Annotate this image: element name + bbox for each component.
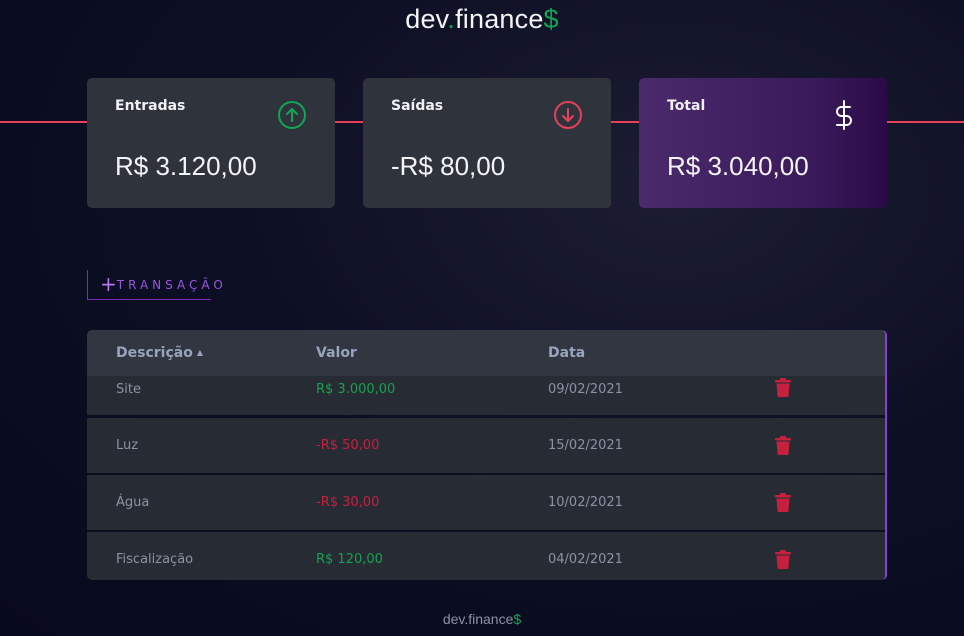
total-card-value: R$ 3.040,00 (667, 151, 809, 181)
table-row: Água -R$ 30,00 10/02/2021 (87, 475, 885, 530)
table-header: Descrição ▲ Valor Data (87, 330, 885, 376)
logo-dollar: $ (543, 4, 559, 34)
table-row: Luz -R$ 50,00 15/02/2021 (87, 418, 885, 473)
footer-logo-text: dev.finance (442, 611, 514, 627)
trash-icon[interactable] (775, 550, 791, 569)
logo-text-finance: finance (455, 4, 544, 34)
accent-line (0, 121, 88, 123)
dollar-sign-icon (836, 100, 852, 130)
arrow-up-circle-icon (278, 101, 306, 129)
transactions-table: Descrição ▲ Valor Data Site R$ 3.000,00 0… (87, 330, 887, 580)
column-header-description[interactable]: Descrição ▲ (116, 345, 203, 361)
accent-line (887, 121, 964, 123)
income-card: Entradas R$ 3.120,00 (87, 78, 335, 208)
row-date: 10/02/2021 (548, 495, 623, 510)
new-transaction-button[interactable]: +TRANSAÇÃO (87, 270, 223, 300)
app-logo: dev.finance$ (0, 4, 964, 35)
income-card-value: R$ 3.120,00 (115, 151, 257, 181)
row-value: -R$ 30,00 (316, 495, 380, 510)
row-value: R$ 120,00 (316, 552, 383, 567)
expense-card: Saídas -R$ 80,00 (363, 78, 611, 208)
trash-icon[interactable] (775, 493, 791, 512)
column-header-value[interactable]: Valor (316, 345, 357, 361)
row-description: Luz (116, 438, 139, 453)
expense-card-value: -R$ 80,00 (391, 151, 506, 181)
footer-logo: dev.finance$ (0, 611, 964, 627)
row-description: Fiscalização (116, 552, 194, 567)
row-value: -R$ 50,00 (316, 438, 380, 453)
total-card: Total R$ 3.040,00 (639, 78, 887, 208)
accent-line (335, 121, 363, 123)
row-date: 04/02/2021 (548, 552, 623, 567)
arrow-down-circle-icon (554, 101, 582, 129)
trash-icon[interactable] (775, 436, 791, 455)
row-description: Site (116, 382, 141, 397)
logo-dot: . (447, 4, 456, 34)
row-date: 15/02/2021 (548, 438, 623, 453)
sort-asc-icon: ▲ (196, 348, 203, 357)
logo-text-dev: dev (405, 4, 448, 34)
table-row: Fiscalização R$ 120,00 04/02/2021 (87, 532, 885, 580)
column-header-description-label: Descrição (116, 345, 193, 361)
row-value: R$ 3.000,00 (316, 382, 396, 397)
row-description: Água (116, 495, 150, 510)
column-header-date[interactable]: Data (548, 345, 585, 361)
new-transaction-label: TRANSAÇÃO (116, 278, 227, 292)
footer-logo-dollar: $ (513, 611, 522, 627)
accent-line (611, 121, 639, 123)
plus-icon: + (100, 272, 117, 296)
row-date: 09/02/2021 (548, 382, 623, 397)
trash-icon[interactable] (775, 378, 791, 397)
